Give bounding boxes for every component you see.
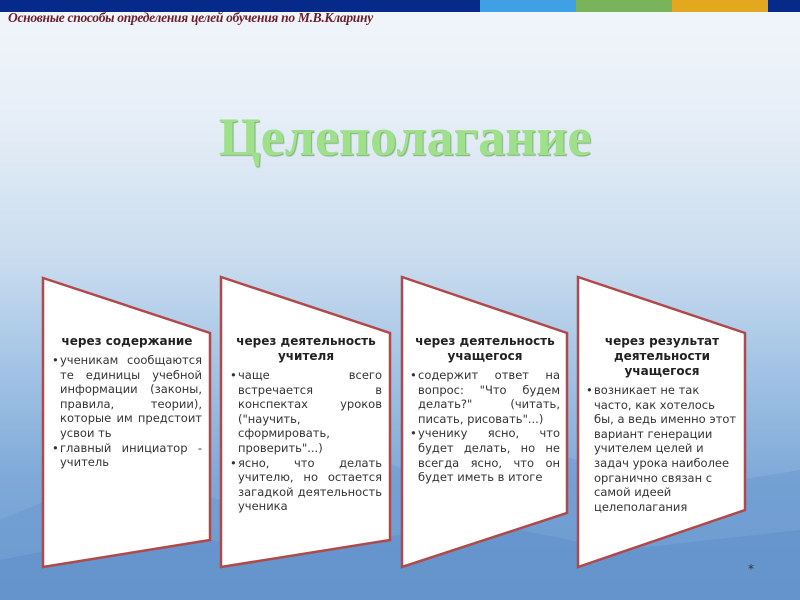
card-heading: через деятельность учителя xyxy=(236,334,376,363)
card-item: ясно, что делать учителю, но остается за… xyxy=(230,456,382,514)
card-heading: через содержание xyxy=(61,334,193,348)
card-item: чаще всего встречается в конспектах урок… xyxy=(230,368,382,456)
card-item: содержит ответ на вопрос: "Что будем дел… xyxy=(410,368,560,426)
card-content: через результат деятельности учащегося в… xyxy=(586,334,738,514)
card-item: возникает не так часто, как хотелось бы,… xyxy=(586,383,738,514)
card-heading: через результат деятельности учащегося xyxy=(604,334,720,378)
slide-marker: * xyxy=(748,562,754,576)
card-content: через деятельность учителя чаще всего вс… xyxy=(230,334,382,514)
card-item: ученикам сообщаются те единицы учебной и… xyxy=(52,353,202,441)
card-content: через деятельность учащегося содержит от… xyxy=(410,334,560,485)
card-item: ученику ясно, что будет делать, но не вс… xyxy=(410,426,560,484)
card-heading: через деятельность учащегося xyxy=(415,334,555,363)
card-item: главный инициатор - учитель xyxy=(52,441,202,470)
card-content: через содержание ученикам сообщаются те … xyxy=(52,334,202,470)
